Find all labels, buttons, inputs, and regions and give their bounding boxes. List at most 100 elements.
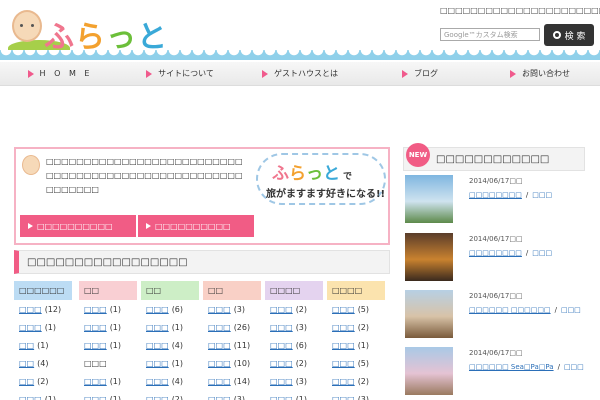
area-link[interactable]: □□□ [146,377,169,386]
region-header[interactable]: □□ [79,281,137,300]
area-link[interactable]: □□□ [146,359,169,368]
region-header[interactable]: □□□□ [265,281,323,300]
area-link[interactable]: □□□ [270,395,293,400]
post-category-link[interactable]: □□□ [532,191,552,199]
search-input[interactable]: Google™カスタム検索 [440,28,540,41]
area-link[interactable]: □□□ [208,395,231,400]
area-item: □□□ (4) [141,336,199,354]
area-count: (10) [233,358,251,368]
area-link: □□□ [84,358,107,368]
area-link[interactable]: □□□ [270,341,293,350]
region-header[interactable]: □□ [203,281,261,300]
post-title-link[interactable]: □□□□□□ □□□□□□ [469,306,551,314]
nav-arrow-icon [402,69,408,78]
area-link[interactable]: □□□ [270,305,293,314]
area-item: □□□ (10) [203,354,261,372]
area-link[interactable]: □□□ [146,305,169,314]
search-button[interactable]: 検 索 [544,24,594,46]
region-column: □□□□□□ □□□ (12) □□□ (1) □□ (1) □□ (4) □□ (2) □□□ (1) [14,281,72,400]
region-column: □□ □□□ (1) □□□ (1) □□□ (1) □□□ □□□ (1) □□□ (1) [79,281,137,400]
area-count: (2) [357,322,370,332]
intro-button-1[interactable]: □□□□□□□□□□ [20,215,136,237]
area-link[interactable]: □□□ [84,377,107,386]
area-count: (1) [357,340,370,350]
area-link[interactable]: □□□ [19,305,42,314]
area-link[interactable]: □□ [19,341,34,350]
area-link[interactable]: □□□ [332,359,355,368]
area-link[interactable]: □□□ [270,323,293,332]
region-header[interactable]: □□□□□□ [14,281,72,300]
area-link[interactable]: □□□ [84,395,107,400]
area-count: (4) [171,340,184,350]
area-link[interactable]: □□□ [208,359,231,368]
area-count: (6) [171,304,184,314]
area-count: (3) [357,394,370,400]
area-link[interactable]: □□□ [208,305,231,314]
area-count: (1) [171,322,184,332]
area-count: (5) [357,304,370,314]
nav-item-home[interactable]: H O M E [0,62,120,85]
post-title-link[interactable]: □□□□□□□□ [469,191,522,199]
post-title-row: □□□□□□□□ / □□□ [469,191,552,199]
area-count: (1) [109,340,122,350]
post-thumbnail[interactable] [405,347,453,395]
area-count: (1) [44,394,57,400]
area-count: (3) [295,322,308,332]
nav-item-about[interactable]: サイトについて [120,62,240,85]
area-link[interactable]: □□□ [332,395,355,400]
region-header[interactable]: □□□□ [327,281,385,300]
post-title-row: □□□□□□□□ / □□□ [469,249,552,257]
area-count: (2) [37,376,49,386]
intro-button-label: □□□□□□□□□□ [155,221,231,231]
nav-item-label: お問い合わせ [522,69,570,78]
search-button-label: 検 索 [564,31,586,42]
post-category-link[interactable]: □□□ [564,363,584,371]
area-link[interactable]: □□□ [332,305,355,314]
area-link[interactable]: □□□ [332,341,355,350]
area-item: □□□ (3) [265,372,323,390]
area-link[interactable]: □□ [19,377,34,386]
area-link[interactable]: □□□ [208,323,231,332]
area-count: (4) [37,358,49,368]
area-link[interactable]: □□□ [19,395,42,400]
nav-item-label: ブログ [414,69,438,78]
nav-item-guesthouse[interactable]: ゲストハウスとは [240,62,360,85]
area-link[interactable]: □□□ [208,341,231,350]
post-thumbnail[interactable] [405,290,453,338]
area-link[interactable]: □□□ [146,323,169,332]
intro-box: □□□□□□□□□□□□□□□□□□□□□□□□□□□□□□□□□□□□□□□□… [14,147,390,245]
region-header[interactable]: □□ [141,281,199,300]
area-link[interactable]: □□□ [270,359,293,368]
search-icon [552,31,561,39]
area-link[interactable]: □□□ [84,305,107,314]
post-category-link[interactable]: □□□ [561,306,581,314]
area-link[interactable]: □□□ [146,341,169,350]
area-link[interactable]: □□□ [270,377,293,386]
area-item: □□□ (4) [141,372,199,390]
area-link[interactable]: □□□ [208,377,231,386]
nav-item-blog[interactable]: ブログ [360,62,480,85]
area-item: □□□ (1) [265,390,323,400]
area-link[interactable]: □□□ [19,323,42,332]
logo-mascot-icon[interactable] [12,10,42,42]
area-count: (4) [171,376,184,386]
post-thumbnail[interactable] [405,233,453,281]
post-separator: / [525,191,529,199]
post-category-link[interactable]: □□□ [532,249,552,257]
area-link[interactable]: □□□ [332,377,355,386]
nav-item-contact[interactable]: お問い合わせ [480,62,600,85]
area-link[interactable]: □□□ [84,341,107,350]
post-title-link[interactable]: □□□□□□ Sea□Pa□Pa [469,363,554,371]
page: ふらっと □□□□□□□□□□□□□□□□□□□□□□□□□□□□□□□□□□□… [0,0,600,400]
area-item: □□□ (1) [79,372,137,390]
area-count: (6) [295,340,308,350]
area-link[interactable]: □□□ [146,395,169,400]
post-title-link[interactable]: □□□□□□□□ [469,249,522,257]
post-thumbnail[interactable] [405,175,453,223]
area-link[interactable]: □□ [19,359,34,368]
intro-button-2[interactable]: □□□□□□□□□□ [138,215,254,237]
area-link[interactable]: □□□ [332,323,355,332]
area-count: (1) [109,394,122,400]
area-item: □□ (4) [14,354,72,372]
area-link[interactable]: □□□ [84,323,107,332]
